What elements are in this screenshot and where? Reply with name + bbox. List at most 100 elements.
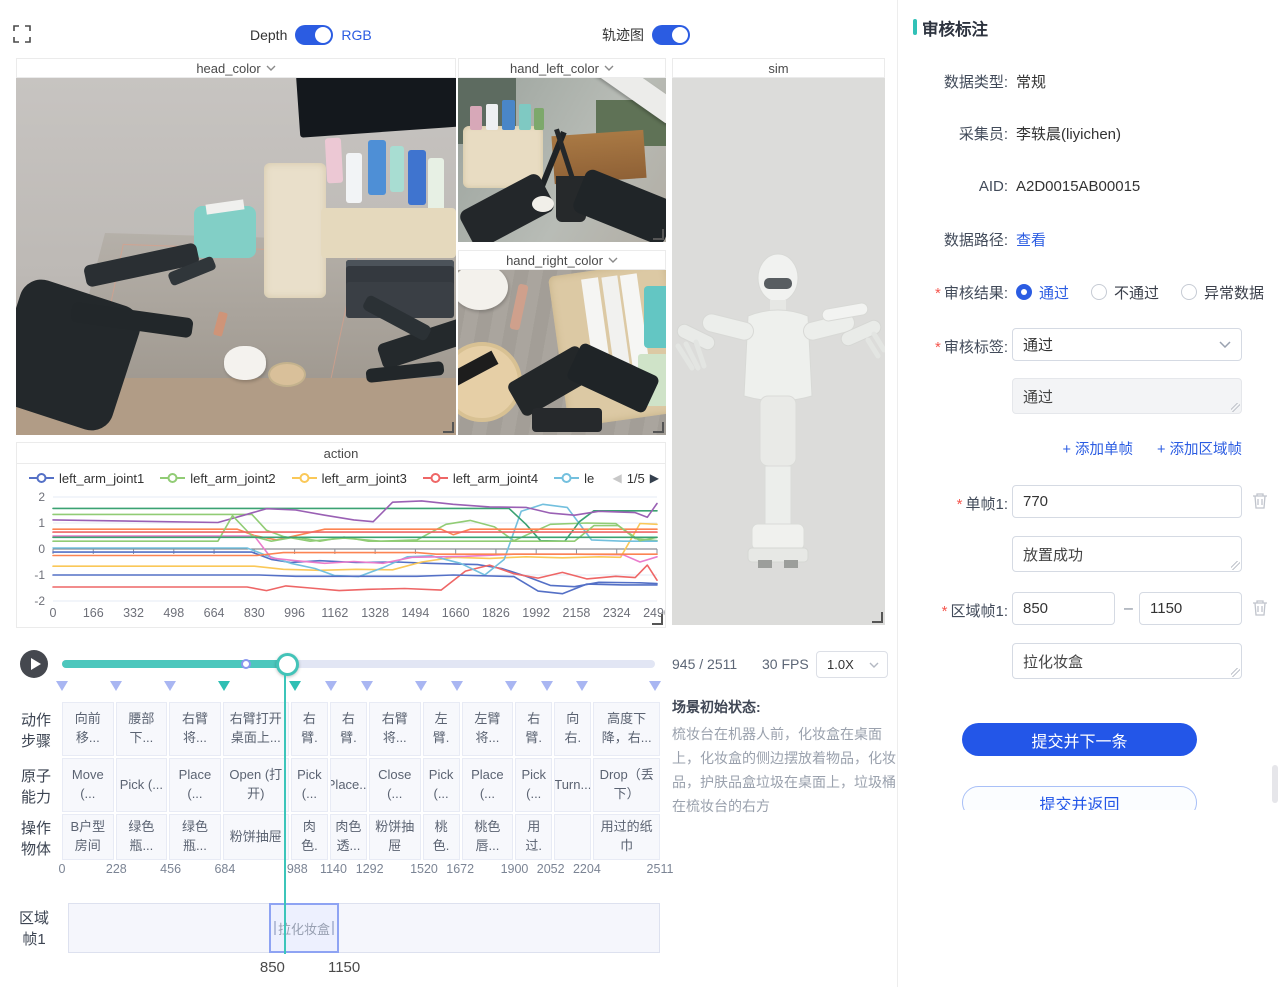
object-cell[interactable]: 桃色. [423, 814, 460, 860]
object-cell[interactable]: 桃色唇... [462, 814, 514, 860]
play-button[interactable] [20, 650, 48, 678]
atomic-skill-cell[interactable]: Pick (... [423, 758, 460, 812]
atomic-skill-cell[interactable]: Place... [330, 758, 367, 812]
legend-item[interactable]: left_arm_joint3 [292, 471, 407, 486]
row-label-region-frame: 区域帧1 [14, 908, 54, 950]
review-tag-note-textarea[interactable]: 通过 [1012, 378, 1242, 414]
data-path-link[interactable]: 查看 [1016, 229, 1046, 250]
timeline-marker[interactable] [649, 681, 661, 697]
add-region-frame-button[interactable]: + 添加区域帧 [1157, 438, 1242, 459]
legend-item[interactable]: left_arm_joint4 [423, 471, 538, 486]
trajectory-toggle[interactable] [652, 25, 690, 45]
timeline-marker[interactable] [576, 681, 588, 697]
action-step-cell[interactable]: 右臂打开桌面上... [223, 702, 289, 756]
object-cell[interactable]: 粉饼抽屉 [369, 814, 421, 860]
single-frame-dot[interactable] [241, 659, 251, 669]
legend-item[interactable]: left_arm_joint1 [29, 471, 144, 486]
resize-handle-icon[interactable] [443, 422, 454, 433]
timeline-marker[interactable] [505, 681, 517, 697]
textarea-resize-grip[interactable] [1231, 668, 1240, 677]
atomic-skill-cell[interactable]: Close (... [369, 758, 421, 812]
object-cell[interactable]: 用过. [515, 814, 552, 860]
atomic-skill-cell[interactable]: Turn... [554, 758, 591, 812]
single-frame-note-textarea[interactable]: 放置成功 [1012, 536, 1242, 572]
atomic-skill-cell[interactable]: Pick (... [515, 758, 552, 812]
object-cell[interactable]: 肉色. [291, 814, 328, 860]
object-cell[interactable]: 粉饼抽屉 [223, 814, 289, 860]
action-step-cell[interactable]: 高度下降，右... [593, 702, 660, 756]
review-tag-select[interactable]: 通过 [1012, 328, 1242, 361]
atomic-skill-cell[interactable]: Pick (... [116, 758, 168, 812]
object-cell[interactable]: 绿色瓶... [169, 814, 221, 860]
action-step-cell[interactable]: 右臂. [291, 702, 328, 756]
region-end-input[interactable] [1139, 592, 1242, 625]
object-cell[interactable]: 用过的纸巾 [593, 814, 660, 860]
review-result-radio[interactable]: 异常数据 [1181, 282, 1264, 303]
action-step-cell[interactable]: 右臂将... [369, 702, 421, 756]
timeline-marker[interactable] [325, 681, 337, 697]
textarea-resize-grip[interactable] [1231, 561, 1240, 570]
timeline-marker[interactable] [541, 681, 553, 697]
review-result-radio[interactable]: 通过 [1016, 282, 1069, 303]
atomic-skill-cell[interactable]: Place (... [462, 758, 514, 812]
action-step-cell[interactable]: 右臂. [515, 702, 552, 756]
timeline-marker[interactable] [110, 681, 122, 697]
add-single-frame-button[interactable]: + 添加单帧 [1063, 438, 1134, 459]
playback-handle[interactable] [276, 653, 299, 676]
timeline-marker[interactable] [415, 681, 427, 697]
delete-region-frame-button[interactable] [1252, 599, 1270, 619]
region-frame-note-textarea[interactable]: 拉化妆盒 [1012, 643, 1242, 679]
action-step-cell[interactable]: 左臂将... [462, 702, 514, 756]
timeline-marker[interactable] [218, 681, 230, 697]
timeline-marker[interactable] [289, 681, 301, 697]
fullscreen-icon[interactable] [12, 24, 32, 44]
region-frame-segment[interactable]: 拉化妆盒 [269, 903, 339, 953]
review-result-radio[interactable]: 不通过 [1091, 282, 1159, 303]
resize-handle-icon[interactable] [872, 612, 883, 623]
hand-left-camera-select[interactable]: hand_left_color [458, 58, 666, 78]
resize-handle-icon[interactable] [652, 614, 663, 625]
timeline-marker[interactable] [451, 681, 463, 697]
action-step-cell[interactable]: 右臂将... [169, 702, 221, 756]
delete-single-frame-button[interactable] [1252, 492, 1270, 512]
region-frame-note-text: 拉化妆盒 [1023, 654, 1083, 671]
object-cell[interactable] [554, 814, 591, 860]
object-cell[interactable]: 肉色透... [330, 814, 367, 860]
region-start-input[interactable] [1012, 592, 1115, 625]
legend-next-icon[interactable]: ▶ [650, 471, 659, 485]
speed-select[interactable]: 1.0X [816, 651, 888, 678]
textarea-resize-grip[interactable] [1231, 403, 1240, 412]
timeline-marker[interactable] [361, 681, 373, 697]
segment-left-handle[interactable] [274, 921, 276, 935]
panel-scrollbar[interactable] [1272, 765, 1278, 803]
resize-handle-icon[interactable] [653, 229, 664, 240]
legend-prev-icon[interactable]: ◀ [612, 471, 621, 485]
submit-back-button[interactable]: 提交并返回 [962, 786, 1197, 810]
legend-item[interactable]: left_arm_joint2 [160, 471, 275, 486]
atomic-skill-cell[interactable]: Open (打开) [223, 758, 289, 812]
single-frame-input[interactable] [1012, 485, 1242, 518]
object-cell[interactable]: 绿色瓶... [116, 814, 168, 860]
timeline-marker[interactable] [164, 681, 176, 697]
action-step-cell[interactable]: 左臂. [423, 702, 460, 756]
action-step-cell[interactable]: 向右. [554, 702, 591, 756]
action-step-cell[interactable]: 右臂. [330, 702, 367, 756]
playback-slider[interactable] [62, 660, 655, 668]
segment-right-handle[interactable] [332, 921, 334, 935]
depth-rgb-toggle[interactable] [295, 25, 333, 45]
submit-next-button[interactable]: 提交并下一条 [962, 723, 1197, 756]
head-camera-select[interactable]: head_color [16, 58, 456, 78]
atomic-skill-cell[interactable]: Drop（丢下） [593, 758, 660, 812]
legend-label: left_arm_joint2 [190, 471, 275, 486]
action-step-cell[interactable]: 向前移... [62, 702, 114, 756]
action-step-cell[interactable]: 腰部下... [116, 702, 168, 756]
hand-right-camera-select[interactable]: hand_right_color [458, 250, 666, 270]
object-cell[interactable]: B户型房间 [62, 814, 114, 860]
atomic-skill-cell[interactable]: Move (... [62, 758, 114, 812]
resize-handle-icon[interactable] [653, 422, 664, 433]
timeline-marker[interactable] [56, 681, 68, 697]
legend-item[interactable]: le [554, 471, 594, 486]
region-frame-track[interactable]: 拉化妆盒 [68, 903, 660, 953]
atomic-skill-cell[interactable]: Place (... [169, 758, 221, 812]
atomic-skill-cell[interactable]: Pick (... [291, 758, 328, 812]
